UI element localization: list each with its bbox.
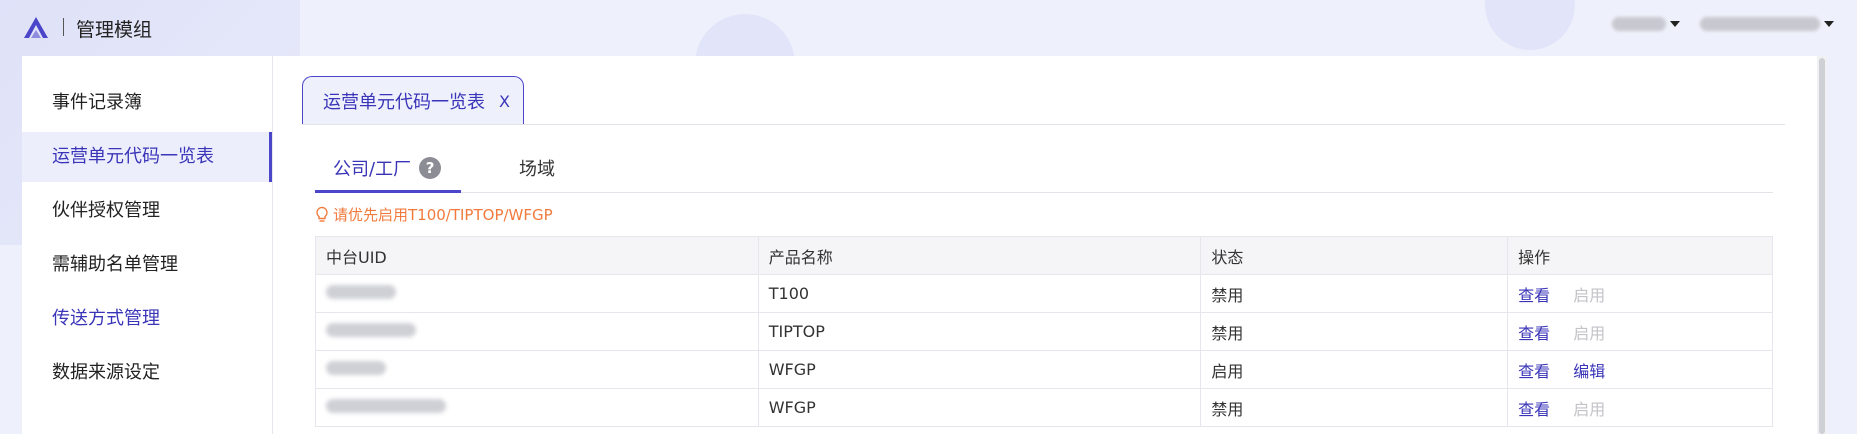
divider bbox=[302, 124, 1785, 125]
sidebar-item-partner-auth[interactable]: 伙伴授权管理 bbox=[22, 186, 272, 236]
table-row: WFGP 启用 查看 编辑 bbox=[315, 350, 1773, 389]
app-title: 管理模组 bbox=[76, 19, 153, 41]
sidebar-item-assist-list[interactable]: 需辅助名单管理 bbox=[22, 240, 272, 290]
uid-cell bbox=[315, 388, 759, 427]
actions-cell: 查看 启用 bbox=[1507, 388, 1773, 427]
enable-link: 启用 bbox=[1573, 323, 1606, 343]
view-link[interactable]: 查看 bbox=[1518, 400, 1550, 419]
unit-code-table: 中台UID 产品名称 状态 操作 T100 禁用 查看 启用 TIPTOP 禁用… bbox=[315, 236, 1773, 427]
actions-cell: 查看 启用 bbox=[1507, 274, 1773, 313]
product-cell: TIPTOP bbox=[758, 312, 1202, 351]
uid-cell bbox=[315, 312, 759, 351]
sidebar-item-data-source[interactable]: 数据来源设定 bbox=[22, 348, 272, 398]
header-account-menu[interactable] bbox=[1700, 17, 1834, 31]
column-header-product: 产品名称 bbox=[758, 236, 1202, 275]
product-cell: WFGP bbox=[758, 350, 1202, 389]
header-user-menu[interactable] bbox=[1612, 17, 1680, 31]
status-cell: 启用 bbox=[1200, 350, 1509, 389]
chevron-down-icon bbox=[1824, 21, 1834, 27]
tab-site[interactable]: 场域 bbox=[519, 148, 555, 188]
actions-cell: 查看 启用 bbox=[1507, 312, 1773, 351]
sidebar-item-delivery-methods[interactable]: 传送方式管理 bbox=[22, 294, 272, 344]
notice-message: 请优先启用T100/TIPTOP/WFGP bbox=[315, 204, 553, 225]
table-header-row: 中台UID 产品名称 状态 操作 bbox=[315, 236, 1773, 275]
redacted-text bbox=[326, 285, 396, 299]
redacted-text bbox=[326, 399, 446, 413]
notice-text: 请优先启用T100/TIPTOP/WFGP bbox=[333, 206, 553, 224]
redacted-text bbox=[1612, 17, 1666, 31]
view-link[interactable]: 查看 bbox=[1518, 324, 1550, 343]
view-link[interactable]: 查看 bbox=[1518, 362, 1550, 381]
close-icon[interactable]: X bbox=[499, 92, 510, 111]
uid-cell bbox=[315, 350, 759, 389]
tab-company-factory[interactable]: 公司/工厂 ? bbox=[333, 148, 442, 188]
top-header: 管理模组 bbox=[0, 0, 1857, 56]
status-cell: 禁用 bbox=[1200, 274, 1509, 313]
table-row: WFGP 禁用 查看 启用 bbox=[315, 388, 1773, 427]
lightbulb-icon bbox=[316, 206, 328, 222]
active-tab-indicator bbox=[315, 190, 461, 193]
sidebar-item-event-log[interactable]: 事件记录簿 bbox=[22, 78, 272, 128]
edit-link[interactable]: 编辑 bbox=[1573, 362, 1605, 381]
status-cell: 禁用 bbox=[1200, 388, 1509, 427]
divider bbox=[315, 192, 1773, 193]
scrollbar-thumb[interactable] bbox=[1819, 58, 1825, 434]
tab-label: 公司/工厂 bbox=[333, 159, 412, 180]
view-link[interactable]: 查看 bbox=[1518, 286, 1550, 305]
column-header-uid: 中台UID bbox=[315, 236, 759, 275]
column-header-status: 状态 bbox=[1200, 236, 1509, 275]
uid-cell bbox=[315, 274, 759, 313]
actions-cell: 查看 编辑 bbox=[1507, 350, 1773, 389]
page-tab-unit-codes[interactable]: 运营单元代码一览表 X bbox=[302, 76, 524, 125]
logo-divider bbox=[63, 18, 64, 36]
status-cell: 禁用 bbox=[1200, 312, 1509, 351]
sidebar-item-unit-codes[interactable]: 运营单元代码一览表 bbox=[22, 132, 272, 182]
table-row: T100 禁用 查看 启用 bbox=[315, 274, 1773, 313]
tab-label: 场域 bbox=[519, 159, 555, 180]
enable-link: 启用 bbox=[1573, 285, 1606, 305]
redacted-text bbox=[1700, 17, 1820, 31]
redacted-text bbox=[326, 361, 386, 375]
app-logo-icon[interactable] bbox=[22, 15, 50, 39]
table-row: TIPTOP 禁用 查看 启用 bbox=[315, 312, 1773, 351]
column-header-actions: 操作 bbox=[1507, 236, 1773, 275]
chevron-down-icon bbox=[1670, 21, 1680, 27]
sidebar: 事件记录簿 运营单元代码一览表 伙伴授权管理 需辅助名单管理 传送方式管理 数据… bbox=[22, 56, 272, 434]
redacted-text bbox=[326, 323, 416, 337]
product-cell: WFGP bbox=[758, 388, 1202, 427]
enable-link: 启用 bbox=[1573, 399, 1606, 419]
product-cell: T100 bbox=[758, 274, 1202, 313]
page-tab-label: 运营单元代码一览表 bbox=[323, 92, 485, 113]
help-icon[interactable]: ? bbox=[419, 157, 442, 179]
